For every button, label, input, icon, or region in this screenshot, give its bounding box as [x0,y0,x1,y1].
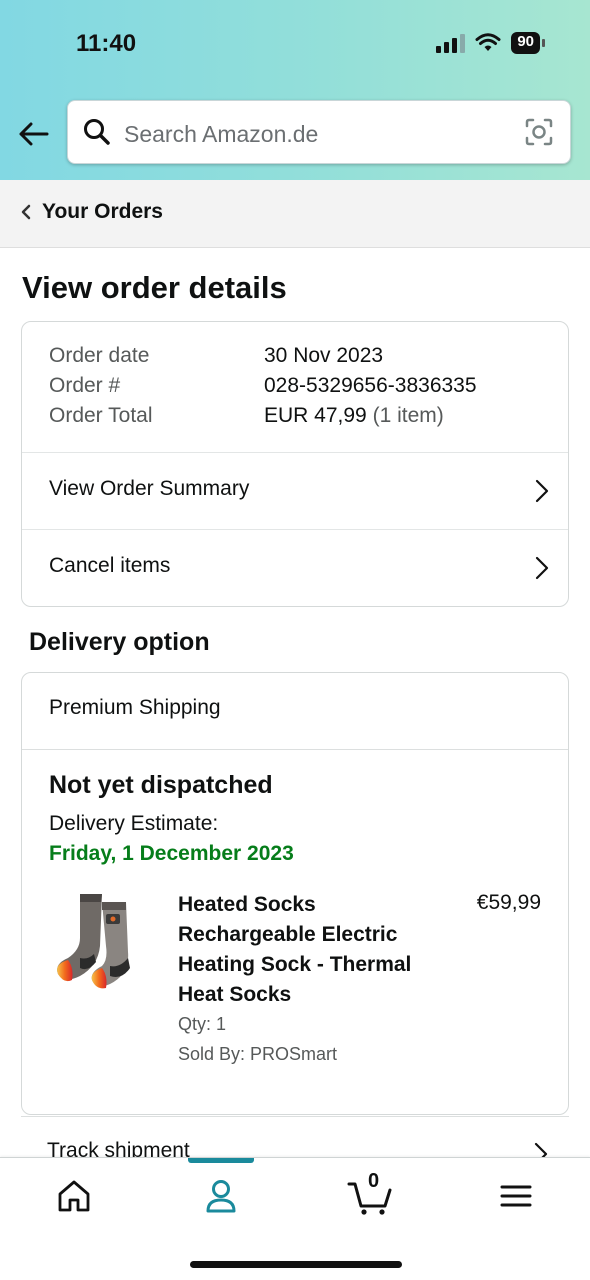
battery-indicator: 90 [511,32,545,54]
order-number-label: Order # [49,374,121,397]
delivery-section-title: Delivery option [29,628,210,656]
search-placeholder: Search Amazon.de [124,121,319,147]
product-price: €59,99 [476,891,541,914]
back-arrow-icon[interactable] [16,116,52,152]
cancel-items-link[interactable]: Cancel items [22,529,568,606]
home-icon[interactable] [54,1176,94,1216]
breadcrumb[interactable]: Your Orders [20,200,163,224]
order-total-label: Order Total [49,404,153,427]
active-tab-indicator [188,1158,254,1163]
product-image[interactable] [50,888,150,998]
cart-count: 0 [368,1170,380,1192]
cancel-items-label: Cancel items [49,554,171,577]
page-title: View order details [22,270,287,305]
order-total-value: EUR 47,99 (1 item) [264,404,444,428]
delivery-estimate-date: Friday, 1 December 2023 [49,842,294,865]
view-order-summary-label: View Order Summary [49,477,250,500]
order-total-amount: EUR 47,99 [264,404,367,427]
divider [22,749,568,750]
view-order-summary-link[interactable]: View Order Summary [22,452,568,529]
delivery-card: Premium Shipping Not yet dispatched Deli… [21,672,569,1115]
chevron-left-icon [21,204,31,220]
top-bar: 11:40 90 Search Amazon.de [0,0,590,180]
camera-search-icon[interactable] [524,117,554,147]
search-input[interactable]: Search Amazon.de [67,100,571,164]
chevron-right-icon [535,556,549,580]
status-time: 11:40 [76,30,137,57]
product-seller: Sold By: PROSmart [178,1044,338,1064]
menu-icon[interactable] [496,1176,536,1216]
order-date-label: Order date [49,344,150,367]
home-indicator [190,1261,402,1268]
order-info-card: Order date 30 Nov 2023 Order # 028-53296… [21,321,569,607]
wifi-icon [475,33,501,51]
search-icon [84,119,110,145]
product-quantity: Qty: 1 [178,1014,227,1034]
order-date-value: 30 Nov 2023 [264,344,384,367]
dispatch-status: Not yet dispatched [49,771,273,799]
order-item-count: (1 item) [372,404,444,427]
breadcrumb-bar: Your Orders [0,180,590,248]
shipping-method: Premium Shipping [49,696,221,719]
delivery-estimate-label: Delivery Estimate: [49,812,219,835]
chevron-right-icon [535,479,549,503]
product-title[interactable]: Heated Socks Rechargeable Electric Heati… [178,890,428,1010]
breadcrumb-label: Your Orders [42,200,163,223]
user-icon[interactable] [201,1176,241,1216]
signal-icon [436,33,466,53]
status-icons: 90 [436,32,545,54]
order-number-value: 028-5329656-3836335 [264,374,477,397]
